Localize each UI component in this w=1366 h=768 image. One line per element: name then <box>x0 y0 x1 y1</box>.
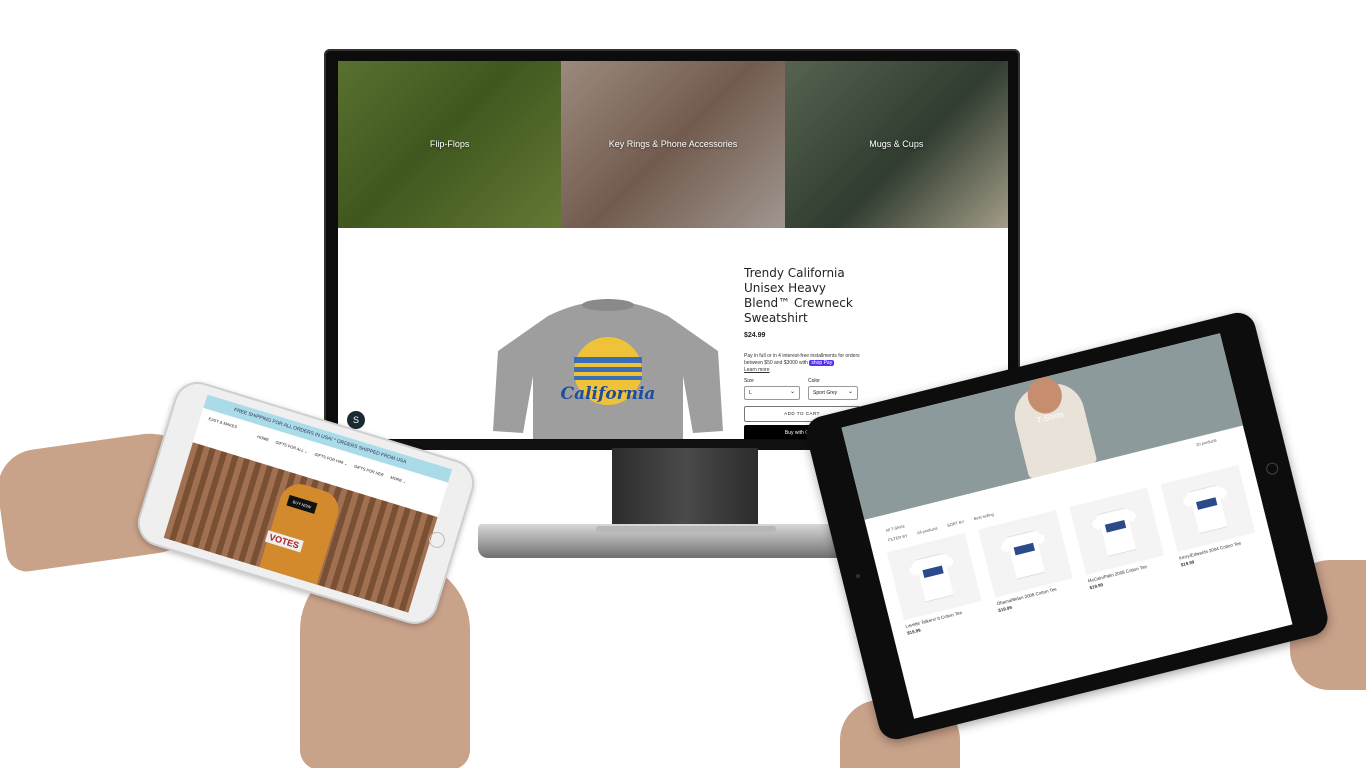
product-card[interactable]: Lavette Talkers! It Cotton Tee $19.99 <box>887 532 985 636</box>
desktop-monitor: Flip-Flops Key Rings & Phone Accessories… <box>324 49 1020 449</box>
category-label: Mugs & Cups <box>869 139 924 149</box>
product-image <box>887 532 982 621</box>
monitor-stand-highlight <box>596 526 776 532</box>
category-tile-flip-flops[interactable]: Flip-Flops <box>338 61 562 228</box>
category-tile-mugs[interactable]: Mugs & Cups <box>784 61 1008 228</box>
options-row: Size L Color Sport Grey <box>744 378 874 400</box>
size-label: Size <box>744 378 754 384</box>
nav-more[interactable]: MORE ⌄ <box>390 475 407 485</box>
color-select[interactable]: Sport Grey <box>808 386 858 400</box>
category-row: Flip-Flops Key Rings & Phone Accessories… <box>338 61 1008 228</box>
sort-select[interactable]: Best selling <box>973 511 994 521</box>
filter-select[interactable]: All products <box>917 525 938 535</box>
filter-label: FILTER BY <box>887 532 909 543</box>
learn-more-link[interactable]: Learn more <box>744 367 874 374</box>
tshirt-shape <box>1180 482 1237 536</box>
color-label: Color <box>808 378 820 384</box>
tshirt-shape <box>906 550 963 604</box>
monitor-stand-neck <box>612 448 758 530</box>
product-price: $24.99 <box>744 332 766 339</box>
size-select[interactable]: L <box>744 386 800 400</box>
tablet-camera-icon <box>855 573 861 579</box>
product-card[interactable]: Obama/Biden 2008 Cotton Tee $19.99 <box>978 510 1076 613</box>
nav-gifts-him[interactable]: GIFTS FOR HIM ⌄ <box>314 451 348 466</box>
category-label: Flip-Flops <box>429 139 470 149</box>
tshirt-shape <box>1088 505 1145 559</box>
shopify-icon[interactable]: S <box>347 411 365 429</box>
sweatshirt-print: California <box>561 384 656 404</box>
store-logo[interactable]: EASY & MAKES <box>208 416 238 430</box>
breadcrumb[interactable]: All T-Shirts <box>885 523 905 533</box>
tshirt-shape <box>997 528 1054 582</box>
product-card[interactable]: Kerry/Edwards 2004 Cotton Tee $19.99 <box>1160 464 1259 568</box>
shop-pay-badge: shop Pay <box>809 360 835 366</box>
product-image <box>978 510 1073 598</box>
sweatshirt-image: California <box>493 299 723 439</box>
nav-gifts-all[interactable]: GIFTS FOR ALL ⌄ <box>275 440 309 455</box>
installments-copy: Pay in full or in 4 interest-free instal… <box>744 353 860 366</box>
product-title: Trendy California Unisex Heavy Blend™ Cr… <box>744 266 853 325</box>
tablet-home-button-icon <box>1264 461 1280 476</box>
color-option: Color Sport Grey <box>808 378 858 400</box>
nav-home[interactable]: HOME <box>257 434 270 442</box>
category-tile-key-rings[interactable]: Key Rings & Phone Accessories <box>561 61 785 228</box>
sort-label: SORT BY <box>946 518 965 528</box>
installments-text: Pay in full or in 4 interest-free instal… <box>744 353 874 374</box>
product-count: 20 products <box>1195 437 1218 448</box>
product-card[interactable]: McCain/Palin 2008 Cotton Tee $19.99 <box>1069 487 1167 590</box>
nav-gifts-her[interactable]: GIFTS FOR HER <box>353 464 384 478</box>
product-image <box>1160 464 1256 553</box>
desktop-screen: Flip-Flops Key Rings & Phone Accessories… <box>338 61 1008 439</box>
size-option: Size L <box>744 378 800 400</box>
category-label: Key Rings & Phone Accessories <box>608 139 738 149</box>
product-image <box>1069 487 1164 575</box>
